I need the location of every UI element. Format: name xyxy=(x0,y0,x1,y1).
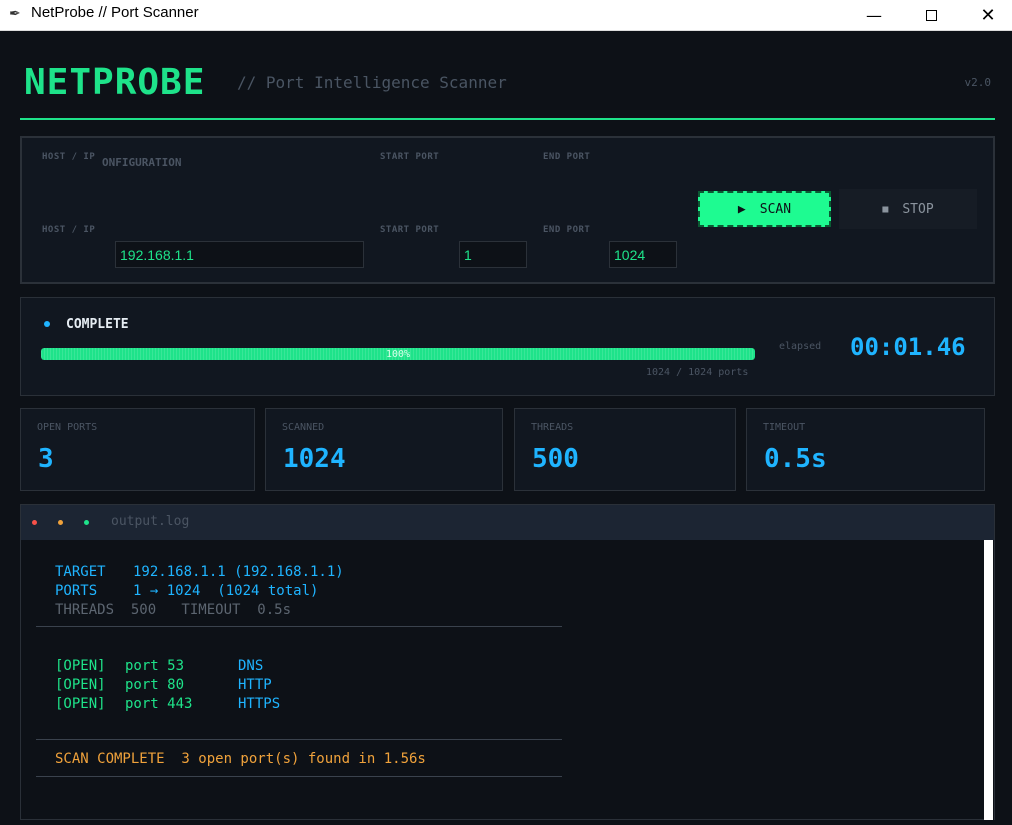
stat-value: 3 xyxy=(38,444,54,474)
header-divider xyxy=(20,118,995,120)
log-complete-line: SCAN COMPLETE 3 open port(s) found in 1.… xyxy=(55,751,426,767)
log-open-service: HTTPS xyxy=(238,696,281,712)
scan-button[interactable]: ▶ SCAN xyxy=(698,191,831,227)
app-logo: NETPROBE xyxy=(24,62,206,103)
end-port-label-top: END PORT xyxy=(543,152,591,162)
stat-label: SCANNED xyxy=(282,422,325,433)
log-output[interactable]: TARGET 192.168.1.1 (192.168.1.1) PORTS 1… xyxy=(21,540,984,820)
stat-label: OPEN PORTS xyxy=(37,422,98,433)
yellow-dot-icon xyxy=(58,520,63,525)
start-port-label-top: START PORT xyxy=(380,152,440,162)
app-subtitle: // Port Intelligence Scanner xyxy=(237,73,507,92)
progress-percent: 100% xyxy=(385,349,411,360)
log-open-tag: [OPEN] xyxy=(55,658,106,674)
log-ports-key: PORTS xyxy=(55,583,98,599)
log-threads-line: THREADS 500 TIMEOUT 0.5s xyxy=(55,602,292,618)
close-button[interactable]: ✕ xyxy=(965,0,1011,31)
close-icon: ✕ xyxy=(980,5,996,26)
stat-label: TIMEOUT xyxy=(763,422,806,433)
log-open-tag: [OPEN] xyxy=(55,677,106,693)
version-label: v2.0 xyxy=(964,76,992,89)
log-divider xyxy=(36,739,562,740)
stat-value: 0.5s xyxy=(764,444,827,474)
log-open-port: port 80 xyxy=(125,677,185,693)
log-scrollbar[interactable] xyxy=(984,540,994,820)
stat-value: 500 xyxy=(532,444,579,474)
host-label-top: HOST / IP xyxy=(42,152,96,162)
log-header: output.log xyxy=(21,505,994,540)
feather-icon: ✒ xyxy=(9,6,21,22)
log-open-port: port 443 xyxy=(125,696,193,712)
elapsed-timer: 00:01.46 xyxy=(850,333,966,361)
end-port-input[interactable]: 1024 xyxy=(609,241,677,268)
log-scroll-thumb[interactable] xyxy=(984,540,993,820)
host-input[interactable]: 192.168.1.1 xyxy=(115,241,364,268)
end-port-label: END PORT xyxy=(543,225,591,235)
stop-button-label: STOP xyxy=(902,201,934,217)
config-panel: HOST / IP ONFIGURATION START PORT END PO… xyxy=(20,136,995,284)
log-open-service: DNS xyxy=(238,658,264,674)
red-dot-icon xyxy=(32,520,37,525)
progress-bar: 100% xyxy=(41,348,755,360)
log-target-value: 192.168.1.1 (192.168.1.1) xyxy=(133,564,344,580)
status-dot-icon xyxy=(44,321,50,327)
log-ports-value: 1 → 1024 (1024 total) xyxy=(133,583,319,599)
play-icon: ▶ xyxy=(737,201,746,217)
log-divider xyxy=(36,776,562,777)
scan-button-label: SCAN xyxy=(759,201,792,217)
minimize-icon: — xyxy=(866,6,882,25)
stat-value: 1024 xyxy=(283,444,346,474)
status-panel: COMPLETE 100% 1024 / 1024 ports elapsed … xyxy=(20,297,995,396)
log-open-port: port 53 xyxy=(125,658,185,674)
start-port-label: START PORT xyxy=(380,225,440,235)
stat-card-open-ports: OPEN PORTS 3 xyxy=(20,408,255,491)
ports-count: 1024 / 1024 ports xyxy=(646,367,749,378)
minimize-button[interactable]: — xyxy=(851,0,897,31)
window-titlebar: ✒ NetProbe // Port Scanner — ✕ xyxy=(0,0,1012,31)
config-title: ONFIGURATION xyxy=(102,156,182,169)
host-label: HOST / IP xyxy=(42,225,96,235)
stop-button[interactable]: ■ STOP xyxy=(839,189,977,229)
stat-card-scanned: SCANNED 1024 xyxy=(265,408,503,491)
stat-label: THREADS xyxy=(531,422,574,433)
maximize-button[interactable] xyxy=(908,0,954,31)
maximize-icon xyxy=(925,10,937,21)
elapsed-label: elapsed xyxy=(779,341,822,352)
output-log-panel: output.log TARGET 192.168.1.1 (192.168.1… xyxy=(20,504,995,820)
log-open-tag: [OPEN] xyxy=(55,696,106,712)
stop-icon: ■ xyxy=(882,203,889,215)
log-divider xyxy=(36,626,562,627)
stat-card-timeout: TIMEOUT 0.5s xyxy=(746,408,985,491)
start-port-input[interactable]: 1 xyxy=(459,241,527,268)
status-text: COMPLETE xyxy=(66,317,129,332)
green-dot-icon xyxy=(84,520,89,525)
log-filename: output.log xyxy=(111,514,190,529)
window-title: NetProbe // Port Scanner xyxy=(31,4,199,21)
stat-card-threads: THREADS 500 xyxy=(514,408,736,491)
log-target-key: TARGET xyxy=(55,564,106,580)
log-open-service: HTTP xyxy=(238,677,272,693)
